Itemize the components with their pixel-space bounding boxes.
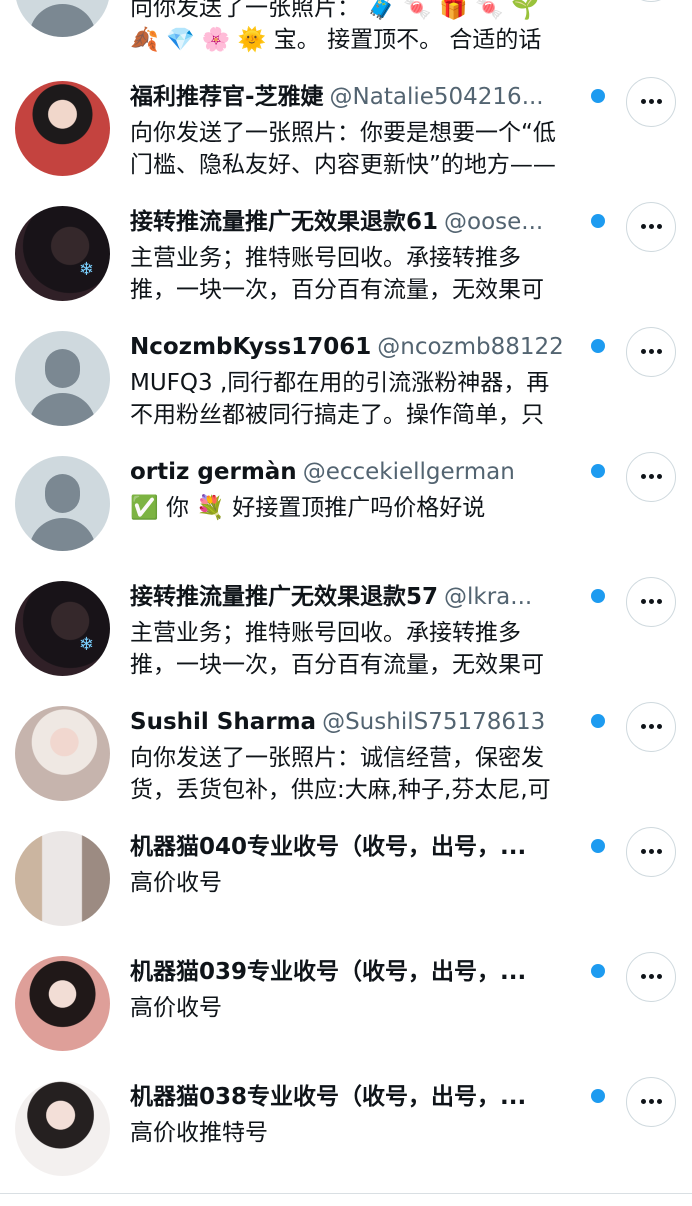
- avatar[interactable]: [15, 1081, 110, 1176]
- display-name: ortiz germàn: [130, 459, 297, 485]
- message-preview: 高价收号: [130, 992, 615, 1024]
- preview-line: 向你发送了一张照片： 🧳 🍬 🎁 🍬 🌱: [130, 0, 540, 21]
- more-options-button[interactable]: [626, 577, 676, 627]
- preview-line: 高价收号: [130, 995, 222, 1021]
- avatar[interactable]: [15, 956, 110, 1051]
- display-name: Sushil Sharma: [130, 709, 317, 735]
- message-preview: 向你发送了一张照片：你要是想要一个“低 门槛、隐私友好、内容更新快”的地方——: [130, 117, 615, 181]
- display-name: 机器猫039专业收号（收号，出号，...: [130, 959, 527, 985]
- more-options-button[interactable]: [626, 952, 676, 1002]
- preview-line: 门槛、隐私友好、内容更新快”的地方——: [130, 152, 556, 178]
- message-preview: 向你发送了一张照片：诚信经营，保密发 货，丢货包补，供应:大麻,种子,芬太尼,可: [130, 742, 615, 806]
- bottom-divider: [0, 1193, 692, 1194]
- display-name: 机器猫038专业收号（收号，出号，...: [130, 1084, 527, 1110]
- unread-indicator: [591, 839, 605, 853]
- message-preview: 向你发送了一张照片： 🧳 🍬 🎁 🍬 🌱 🍂 💎 🌸 🌞 宝。 接置顶不。 合适…: [130, 0, 615, 56]
- more-options-button[interactable]: [626, 827, 676, 877]
- avatar[interactable]: [15, 331, 110, 426]
- unread-indicator: [591, 1089, 605, 1103]
- message-row[interactable]: 福利推荐官-芝雅婕 @Natalie504216... 向你发送了一张照片：你要是…: [0, 77, 692, 206]
- message-row[interactable]: ❄ 接转推流量推广无效果退款61 @oose... 主营业务；推特账号回收。承接转…: [0, 202, 692, 331]
- avatar[interactable]: [15, 831, 110, 926]
- preview-line: 货，丢货包补，供应:大麻,种子,芬太尼,可: [130, 777, 551, 803]
- conversation-header: 机器猫040专业收号（收号，出号，...: [130, 831, 610, 863]
- message-row[interactable]: 向你发送了一张照片： 🧳 🍬 🎁 🍬 🌱 🍂 💎 🌸 🌞 宝。 接置顶不。 合适…: [0, 0, 692, 81]
- preview-line: 高价收推特号: [130, 1120, 268, 1146]
- unread-indicator: [591, 464, 605, 478]
- more-options-button[interactable]: [626, 0, 676, 2]
- preview-line: 推，一块一次，百分百有流量，无效果可: [130, 652, 544, 678]
- preview-line: 🍂 💎 🌸 🌞 宝。 接置顶不。 合适的话: [130, 27, 542, 53]
- preview-line: 高价收号: [130, 870, 222, 896]
- more-options-button[interactable]: [626, 327, 676, 377]
- message-preview: MUFQ3 ,同行都在用的引流涨粉神器，再 不用粉丝都被同行搞走了。操作简单，只: [130, 367, 615, 431]
- preview-line: 主营业务；推特账号回收。承接转推多: [130, 620, 521, 646]
- message-preview: 主营业务；推特账号回收。承接转推多 推，一块一次，百分百有流量，无效果可: [130, 617, 615, 681]
- preview-line: 推，一块一次，百分百有流量，无效果可: [130, 277, 544, 303]
- username: @ncozmb88122: [377, 334, 564, 360]
- conversation-header: 福利推荐官-芝雅婕 @Natalie504216...: [130, 81, 610, 113]
- more-options-button[interactable]: [626, 452, 676, 502]
- message-preview: 高价收号: [130, 867, 615, 899]
- preview-line: 向你发送了一张照片：你要是想要一个“低: [130, 120, 556, 146]
- conversation-header: NcozmbKyss17061 @ncozmb88122: [130, 331, 610, 363]
- unread-indicator: [591, 589, 605, 603]
- preview-line: MUFQ3 ,同行都在用的引流涨粉神器，再: [130, 370, 550, 396]
- avatar[interactable]: [15, 706, 110, 801]
- preview-line: 主营业务；推特账号回收。承接转推多: [130, 245, 521, 271]
- avatar[interactable]: [15, 81, 110, 176]
- unread-indicator: [591, 714, 605, 728]
- avatar[interactable]: ❄: [15, 581, 110, 676]
- preview-line: ✅ 你 💐 好接置顶推广吗价格好说: [130, 495, 486, 521]
- username: @oose...: [444, 209, 544, 235]
- unread-indicator: [591, 339, 605, 353]
- display-name: 福利推荐官-芝雅婕: [130, 84, 324, 110]
- message-row[interactable]: 机器猫040专业收号（收号，出号，... 高价收号: [0, 827, 692, 956]
- display-name: NcozmbKyss17061: [130, 334, 372, 360]
- more-options-button[interactable]: [626, 77, 676, 127]
- username: @lkra...: [444, 584, 533, 610]
- preview-line: 向你发送了一张照片：诚信经营，保密发: [130, 745, 544, 771]
- conversation-header: ortiz germàn @eccekiellgerman: [130, 456, 610, 488]
- more-options-button[interactable]: [626, 202, 676, 252]
- more-options-button[interactable]: [626, 702, 676, 752]
- avatar[interactable]: ❄: [15, 206, 110, 301]
- username: @SushilS75178613: [322, 709, 546, 735]
- conversation-header: 接转推流量推广无效果退款61 @oose...: [130, 206, 610, 238]
- message-row[interactable]: 机器猫038专业收号（收号，出号，... 高价收推特号: [0, 1077, 692, 1206]
- avatar[interactable]: [15, 0, 110, 37]
- display-name: 接转推流量推广无效果退款61: [130, 209, 439, 235]
- display-name: 接转推流量推广无效果退款57: [130, 584, 439, 610]
- unread-indicator: [591, 89, 605, 103]
- display-name: 机器猫040专业收号（收号，出号，...: [130, 834, 527, 860]
- conversation-header: Sushil Sharma @SushilS75178613: [130, 706, 610, 738]
- username: @eccekiellgerman: [302, 459, 515, 485]
- conversation-header: 接转推流量推广无效果退款57 @lkra...: [130, 581, 610, 613]
- message-row[interactable]: NcozmbKyss17061 @ncozmb88122 MUFQ3 ,同行都在用…: [0, 327, 692, 456]
- unread-indicator: [591, 964, 605, 978]
- preview-line: 不用粉丝都被同行搞走了。操作简单，只: [130, 402, 544, 428]
- message-row[interactable]: 机器猫039专业收号（收号，出号，... 高价收号: [0, 952, 692, 1081]
- avatar[interactable]: [15, 456, 110, 551]
- message-row[interactable]: ❄ 接转推流量推广无效果退款57 @lkra... 主营业务；推特账号回收。承接转…: [0, 577, 692, 706]
- message-preview: 高价收推特号: [130, 1117, 615, 1149]
- message-row[interactable]: Sushil Sharma @SushilS75178613 向你发送了一张照片：…: [0, 702, 692, 831]
- unread-indicator: [591, 214, 605, 228]
- conversation-header: 机器猫039专业收号（收号，出号，...: [130, 956, 610, 988]
- message-preview: ✅ 你 💐 好接置顶推广吗价格好说: [130, 492, 615, 524]
- conversation-header: 机器猫038专业收号（收号，出号，...: [130, 1081, 610, 1113]
- username: @Natalie504216...: [329, 84, 544, 110]
- more-options-button[interactable]: [626, 1077, 676, 1127]
- message-preview: 主营业务；推特账号回收。承接转推多 推，一块一次，百分百有流量，无效果可: [130, 242, 615, 306]
- message-row[interactable]: ortiz germàn @eccekiellgerman ✅ 你 💐 好接置顶推…: [0, 452, 692, 581]
